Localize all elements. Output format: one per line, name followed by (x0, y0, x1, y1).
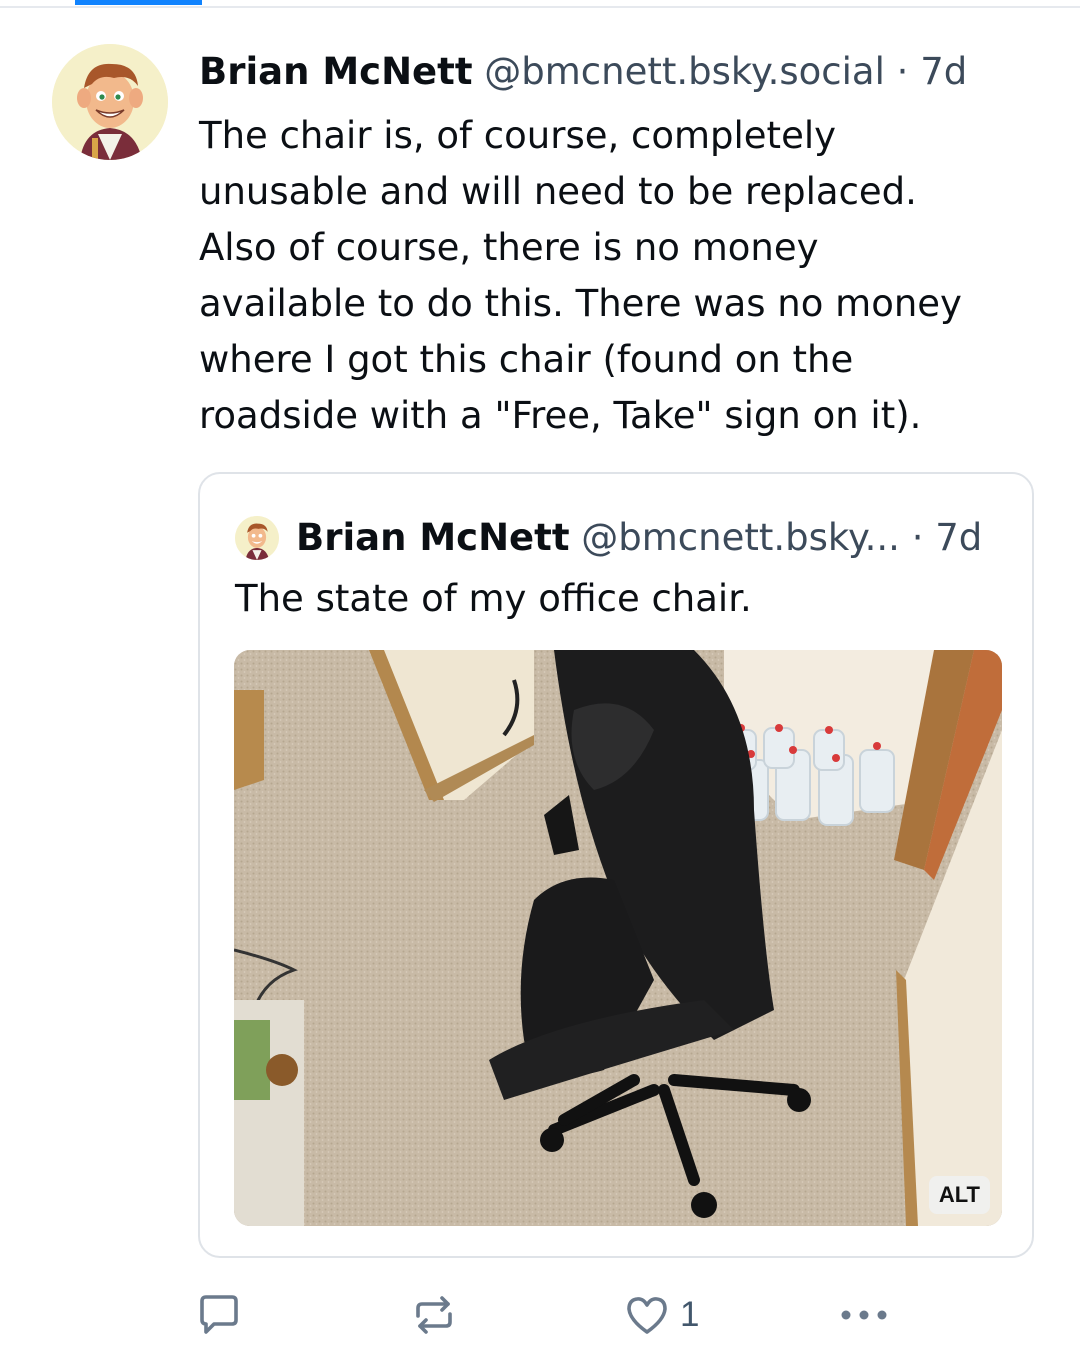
avatar-illustration-icon (52, 44, 168, 160)
speech-bubble-icon (200, 1295, 238, 1334)
separator-dot: · (911, 516, 924, 559)
ellipsis-icon (841, 1310, 887, 1320)
author-handle[interactable]: @bmcnett.bsky.social (484, 50, 885, 93)
quoted-post-text: The state of my office chair. (235, 577, 752, 620)
top-divider (0, 6, 1080, 8)
separator-dot: · (896, 50, 909, 93)
author-name[interactable]: Brian McNett (199, 50, 473, 93)
quoted-timestamp[interactable]: 7d (935, 516, 982, 559)
feed-page: Brian McNett @bmcnett.bsky.social · 7d T… (0, 0, 1080, 1362)
post-actions: 1 (0, 1290, 1080, 1340)
post-text: The chair is, of course, completely unus… (199, 108, 1059, 444)
like-button[interactable]: 1 (624, 1290, 699, 1340)
quoted-post-header: Brian McNett @bmcnett.bsky... · 7d (296, 514, 1016, 562)
post-header: Brian McNett @bmcnett.bsky.social · 7d (199, 48, 1059, 96)
alt-text-badge[interactable]: ALT (928, 1176, 990, 1214)
quoted-avatar[interactable] (235, 516, 279, 560)
post-text-line: where I got this chair (found on the (199, 338, 854, 381)
post-text-line: Also of course, there is no money (199, 226, 819, 269)
avatar[interactable] (52, 44, 168, 160)
post-text-line: available to do this. There was no money (199, 282, 962, 325)
avatar-illustration-icon (235, 516, 279, 560)
like-count: 1 (680, 1295, 700, 1334)
quoted-post-card[interactable]: Brian McNett @bmcnett.bsky... · 7d The s… (198, 472, 1034, 1258)
more-options-button[interactable] (838, 1290, 890, 1340)
post-text-line: The chair is, of course, completely (199, 114, 837, 157)
office-chair-photo (234, 650, 1002, 1226)
active-tab-indicator (75, 0, 202, 5)
reply-button[interactable] (196, 1290, 242, 1340)
quoted-author-name[interactable]: Brian McNett (296, 516, 570, 559)
repost-button[interactable] (410, 1290, 458, 1340)
quoted-author-handle[interactable]: @bmcnett.bsky... (581, 516, 900, 559)
post-timestamp[interactable]: 7d (920, 50, 967, 93)
post-image[interactable]: ALT (234, 650, 1002, 1226)
post-text-line: unusable and will need to be replaced. (199, 170, 917, 213)
repost-icon (416, 1296, 452, 1334)
post-text-line: roadside with a "Free, Take" sign on it)… (199, 394, 922, 437)
heart-icon (627, 1297, 667, 1334)
